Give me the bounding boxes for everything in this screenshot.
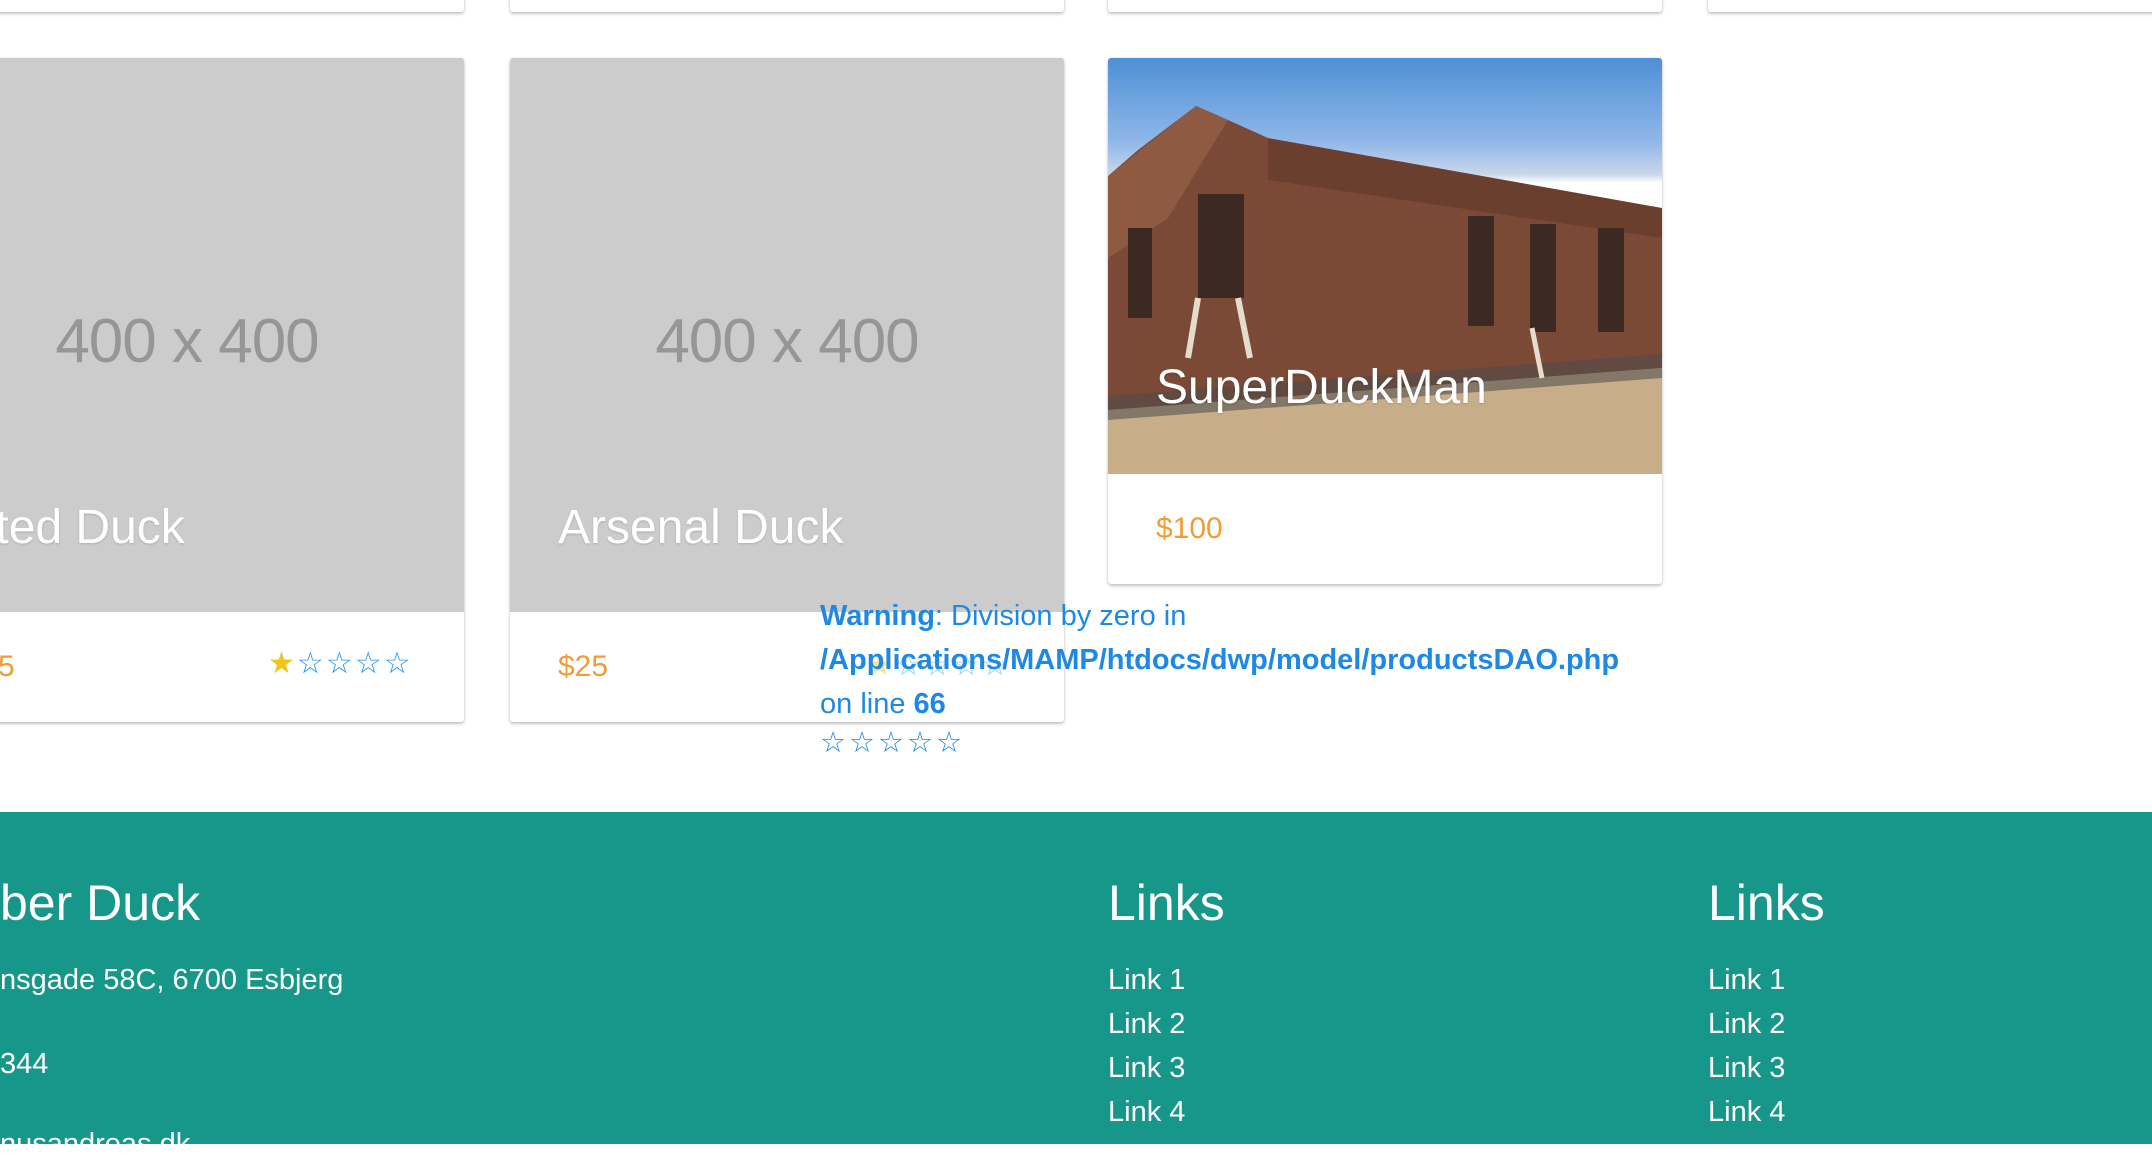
- star-empty-icon[interactable]: ☆: [326, 647, 355, 680]
- rating-stars-empty[interactable]: ☆☆☆☆☆: [820, 726, 1619, 760]
- footer-links-title-2: Links: [1708, 875, 1825, 931]
- star-filled-icon[interactable]: ★: [268, 647, 297, 680]
- product-title[interactable]: SuperDuckMan: [1156, 360, 1487, 415]
- footer-phone: 344: [0, 1048, 49, 1080]
- footer-link-2[interactable]: Link 2: [1708, 1008, 1785, 1041]
- placeholder-size-label: 400 x 400: [655, 307, 919, 376]
- warning-label: Warning: [820, 600, 935, 632]
- footer-link-4[interactable]: Link 4: [1108, 1096, 1185, 1129]
- product-card-superduckman[interactable]: SuperDuckMan $100: [1108, 58, 1662, 584]
- product-card-top-3[interactable]: [1108, 0, 1662, 12]
- footer-address: nsgade 58C, 6700 Esbjerg: [0, 964, 344, 996]
- product-title[interactable]: Arsenal Duck: [558, 500, 843, 555]
- footer-links-title-1: Links: [1108, 875, 1225, 931]
- php-warning: Warning: Division by zero in /Applicatio…: [820, 594, 1619, 760]
- product-image-placeholder: 400 x 400 Arsenal Duck: [510, 58, 1064, 612]
- product-card-united-duck[interactable]: 400 x 400 nited Duck 5 ★☆☆☆☆: [0, 58, 464, 722]
- star-empty-icon[interactable]: ☆: [297, 647, 326, 680]
- product-photo: SuperDuckMan: [1108, 58, 1662, 474]
- placeholder-size-label: 400 x 400: [55, 307, 319, 376]
- footer-link-4[interactable]: Link 4: [1708, 1096, 1785, 1129]
- product-title[interactable]: nited Duck: [0, 500, 185, 555]
- product-price: $100: [1156, 512, 1223, 545]
- product-card-top-2[interactable]: [510, 0, 1064, 12]
- footer-email[interactable]: nusandreas.dk: [0, 1128, 190, 1161]
- footer-link-1[interactable]: Link 1: [1708, 964, 1785, 997]
- product-card-top-4[interactable]: [1708, 0, 2152, 12]
- site-footer: ber Duck nsgade 58C, 6700 Esbjerg 344 nu…: [0, 812, 2152, 1160]
- warning-line-number: 66: [913, 688, 946, 720]
- product-price: 5: [0, 650, 15, 683]
- footer-company-name: ber Duck: [0, 875, 201, 931]
- rating-stars[interactable]: ★☆☆☆☆: [268, 646, 413, 681]
- product-price: $25: [558, 650, 609, 683]
- footer-link-1[interactable]: Link 1: [1108, 964, 1185, 997]
- footer-link-3[interactable]: Link 3: [1708, 1052, 1785, 1085]
- warning-message: : Division by zero in: [934, 600, 1187, 632]
- product-card-top-1[interactable]: [0, 0, 464, 12]
- star-empty-icon[interactable]: ☆: [384, 647, 413, 680]
- warning-path: /Applications/MAMP/htdocs/dwp/model/prod…: [820, 644, 1620, 676]
- star-empty-icon[interactable]: ☆: [355, 647, 384, 680]
- footer-link-3[interactable]: Link 3: [1108, 1052, 1185, 1085]
- product-image-placeholder: 400 x 400 nited Duck: [0, 58, 464, 612]
- footer-link-2[interactable]: Link 2: [1108, 1008, 1185, 1041]
- warning-line-prefix: on line: [820, 688, 914, 720]
